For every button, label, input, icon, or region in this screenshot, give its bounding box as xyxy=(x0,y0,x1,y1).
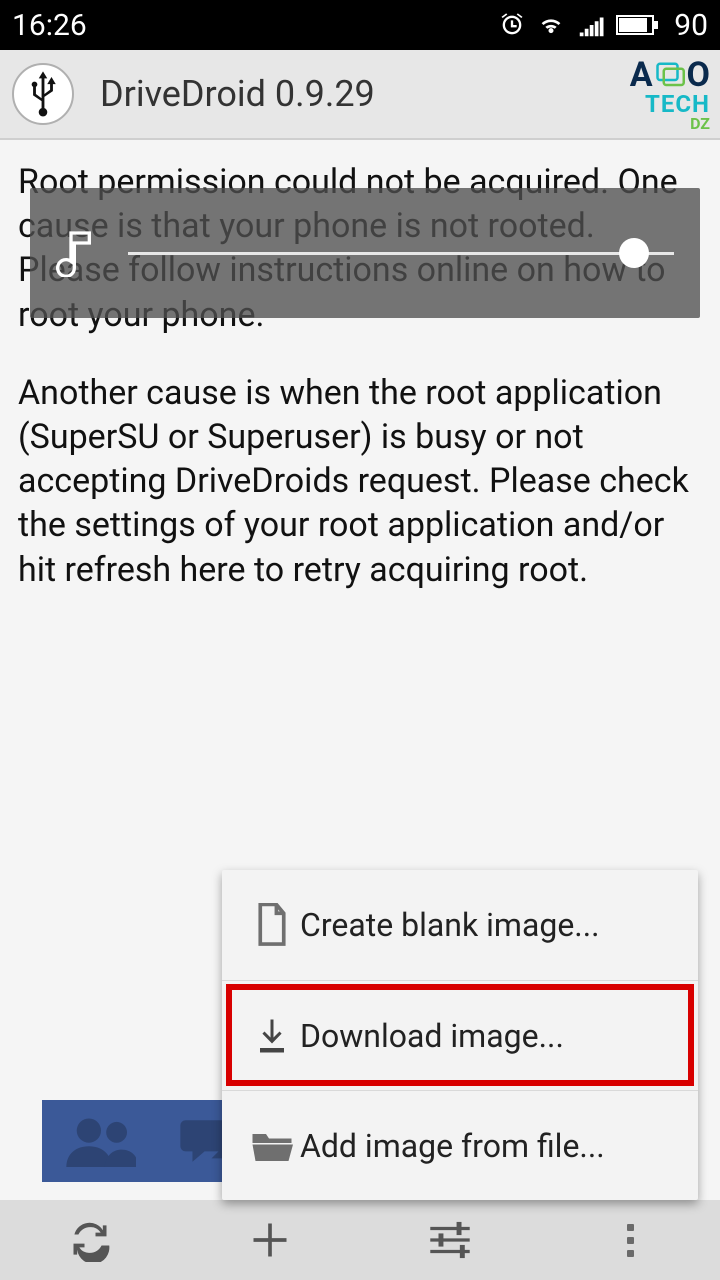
alarm-icon xyxy=(498,11,526,39)
status-bar: 16:26 90 xyxy=(0,0,720,50)
file-icon xyxy=(244,903,300,947)
music-note-icon xyxy=(56,229,96,277)
brand-logo: A O TECH DZ xyxy=(630,58,710,132)
brand-l1b: O xyxy=(687,58,710,92)
main-content: Root permission could not be acquired. O… xyxy=(0,140,720,1200)
error-p2: Another cause is when the root applicati… xyxy=(18,371,702,592)
status-time: 16:26 xyxy=(12,8,498,43)
menu-download-label: Download image... xyxy=(300,1017,564,1055)
volume-slider[interactable] xyxy=(128,252,674,255)
menu-addfile-label: Add image from file... xyxy=(300,1127,605,1165)
wifi-icon xyxy=(536,10,566,40)
settings-button[interactable] xyxy=(360,1200,540,1280)
bottom-nav xyxy=(0,1200,720,1280)
download-icon xyxy=(244,1016,300,1056)
overflow-icon xyxy=(627,1224,634,1257)
overflow-button[interactable] xyxy=(540,1200,720,1280)
battery-level: 90 xyxy=(674,8,708,43)
brand-l2: TECH xyxy=(630,92,710,116)
battery-icon xyxy=(616,13,660,37)
signal-icon xyxy=(576,10,606,40)
people-icon xyxy=(66,1115,136,1167)
folder-icon xyxy=(244,1129,300,1163)
menu-create-label: Create blank image... xyxy=(300,906,600,944)
volume-thumb[interactable] xyxy=(619,238,649,268)
refresh-button[interactable] xyxy=(0,1200,180,1280)
usb-icon xyxy=(12,63,74,125)
app-title: DriveDroid 0.9.29 xyxy=(100,73,375,115)
brand-l3: DZ xyxy=(630,116,710,132)
add-menu: Create blank image... Download image... … xyxy=(222,870,698,1200)
menu-download-image[interactable]: Download image... xyxy=(222,980,698,1090)
brand-bubble-icon xyxy=(655,60,685,90)
add-button[interactable] xyxy=(180,1200,360,1280)
status-indicators: 90 xyxy=(498,8,708,43)
menu-add-from-file[interactable]: Add image from file... xyxy=(222,1090,698,1200)
volume-overlay[interactable] xyxy=(30,188,700,318)
brand-l1a: A xyxy=(630,58,653,92)
app-bar: DriveDroid 0.9.29 A O TECH DZ xyxy=(0,50,720,140)
menu-create-blank[interactable]: Create blank image... xyxy=(222,870,698,980)
